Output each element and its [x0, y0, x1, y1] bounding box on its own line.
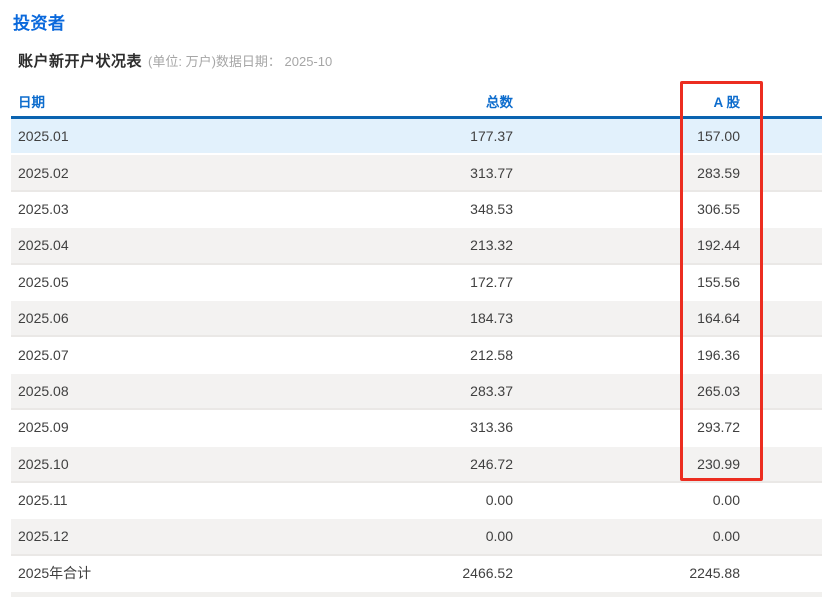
- cell-total: 172.77: [261, 264, 513, 300]
- table-row[interactable]: 2025.02 313.77 283.59: [11, 154, 822, 190]
- cell-a-share: 230.99: [513, 446, 740, 482]
- cell-filler: [740, 264, 822, 300]
- cell-a-share: 283.59: [513, 154, 740, 190]
- cell-date: 2025.07: [11, 336, 261, 372]
- cell-filler: [740, 482, 822, 518]
- cell-date: 2025.02: [11, 154, 261, 190]
- cell-filler: [740, 409, 822, 445]
- cell-filler: [740, 555, 822, 591]
- cell-a-share: 164.64: [513, 300, 740, 336]
- cell-a-share: 192.44: [513, 227, 740, 263]
- table-row[interactable]: 2025.05 172.77 155.56: [11, 264, 822, 300]
- table-header-row: 日期 总数 A 股: [11, 86, 822, 118]
- cell-a-share: 265.03: [513, 373, 740, 409]
- cell-filler: [740, 446, 822, 482]
- column-header-total: 总数: [261, 86, 513, 118]
- cell-total: 246.72: [261, 446, 513, 482]
- cell-a-share: 2245.88: [513, 555, 740, 591]
- cell-filler: [740, 518, 822, 554]
- cell-filler: [740, 336, 822, 372]
- cell-date: 2025.04: [11, 227, 261, 263]
- cell-a-share: 157.00: [513, 118, 740, 155]
- table-row[interactable]: 2025.07 212.58 196.36: [11, 336, 822, 372]
- cell-date: 2025.10: [11, 446, 261, 482]
- cell-total: 0.00: [261, 518, 513, 554]
- cell-date: 2025.08: [11, 373, 261, 409]
- table-row[interactable]: 2025.10 246.72 230.99: [11, 446, 822, 482]
- table-row[interactable]: 2025.01 177.37 157.00: [11, 118, 822, 155]
- cell-a-share: 155.56: [513, 264, 740, 300]
- cell-filler: [740, 154, 822, 190]
- cell-total: 313.36: [261, 409, 513, 445]
- page-title: 投资者: [13, 9, 66, 34]
- cell-total: 212.58: [261, 336, 513, 372]
- cell-a-share: 306.55: [513, 191, 740, 227]
- cell-total: 213.32: [261, 227, 513, 263]
- cell-date: 2025.12: [11, 518, 261, 554]
- next-row-strip: [11, 592, 822, 597]
- cell-total: 283.37: [261, 373, 513, 409]
- section-title: 账户新开户状况表: [18, 53, 142, 70]
- cell-filler: [740, 300, 822, 336]
- cell-total: 2466.52: [261, 555, 513, 591]
- table-row[interactable]: 2025.03 348.53 306.55: [11, 191, 822, 227]
- cell-date: 2025.06: [11, 300, 261, 336]
- column-header-filler: [740, 86, 822, 118]
- cell-date: 2025.11: [11, 482, 261, 518]
- cell-a-share: 0.00: [513, 482, 740, 518]
- cell-date: 2025.09: [11, 409, 261, 445]
- table-row[interactable]: 2025.11 0.00 0.00: [11, 482, 822, 518]
- table-row[interactable]: 2025.06 184.73 164.64: [11, 300, 822, 336]
- column-header-date: 日期: [11, 86, 261, 118]
- table-body: 2025.01 177.37 157.00 2025.02 313.77 283…: [11, 118, 822, 592]
- table-row[interactable]: 2025.12 0.00 0.00: [11, 518, 822, 554]
- cell-date: 2025.03: [11, 191, 261, 227]
- cell-date: 2025.05: [11, 264, 261, 300]
- cell-date: 2025年合计: [11, 555, 261, 591]
- cell-filler: [740, 373, 822, 409]
- cell-filler: [740, 118, 822, 155]
- cell-total: 313.77: [261, 154, 513, 190]
- cell-total: 177.37: [261, 118, 513, 155]
- section-meta: (单位: 万户)数据日期： 2025-10: [148, 54, 332, 69]
- section-header: 账户新开户状况表 (单位: 万户)数据日期： 2025-10: [18, 50, 332, 71]
- cell-total: 348.53: [261, 191, 513, 227]
- cell-filler: [740, 191, 822, 227]
- table-row[interactable]: 2025年合计 2466.52 2245.88: [11, 555, 822, 591]
- table-row[interactable]: 2025.04 213.32 192.44: [11, 227, 822, 263]
- cell-a-share: 293.72: [513, 409, 740, 445]
- cell-filler: [740, 227, 822, 263]
- cell-total: 184.73: [261, 300, 513, 336]
- account-openings-table: 日期 总数 A 股 2025.01 177.37 157.00 2025.02 …: [11, 86, 822, 592]
- cell-a-share: 0.00: [513, 518, 740, 554]
- cell-a-share: 196.36: [513, 336, 740, 372]
- table-row[interactable]: 2025.08 283.37 265.03: [11, 373, 822, 409]
- cell-total: 0.00: [261, 482, 513, 518]
- cell-date: 2025.01: [11, 118, 261, 155]
- column-header-a-share: A 股: [513, 86, 740, 118]
- table-row[interactable]: 2025.09 313.36 293.72: [11, 409, 822, 445]
